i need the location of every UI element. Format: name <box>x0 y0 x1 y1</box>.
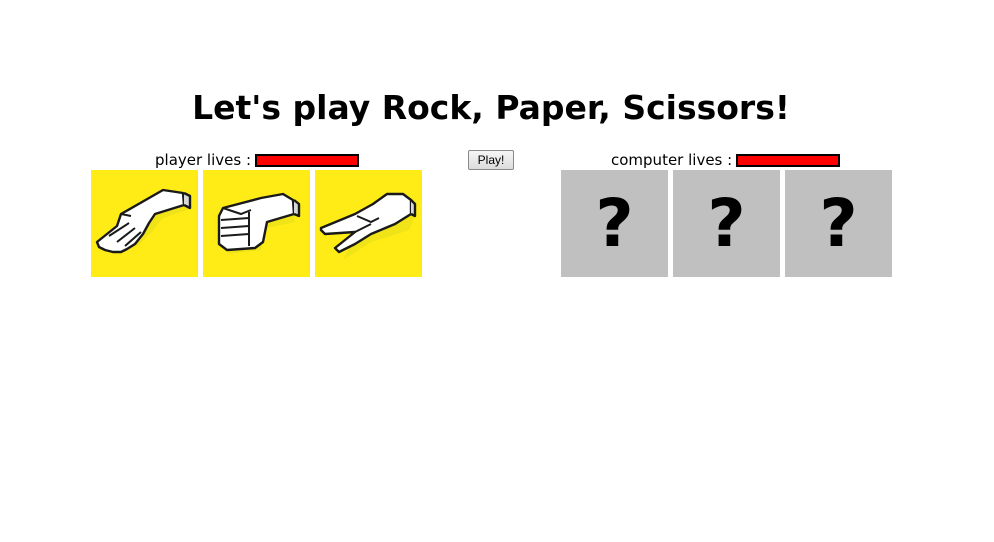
play-button[interactable]: Play! <box>468 150 514 170</box>
computer-hidden-choice: ? <box>561 170 668 277</box>
choice-rock[interactable] <box>203 170 310 277</box>
paper-hand-icon <box>95 188 192 254</box>
computer-lives-label: computer lives : <box>611 151 733 169</box>
computer-hidden-choice: ? <box>785 170 892 277</box>
player-lives: player lives : <box>155 150 359 170</box>
game-page: Let's play Rock, Paper, Scissors! player… <box>0 0 994 542</box>
page-title: Let's play Rock, Paper, Scissors! <box>192 88 790 127</box>
choice-scissors[interactable] <box>315 170 422 277</box>
computer-lives-bar <box>736 153 841 167</box>
player-choices <box>91 170 422 277</box>
scissors-hand-icon <box>319 192 417 260</box>
player-lives-label: player lives : <box>155 151 251 169</box>
player-lives-bar <box>255 153 359 167</box>
computer-hidden-choice: ? <box>673 170 780 277</box>
rock-fist-icon <box>217 192 301 254</box>
computer-lives: computer lives : <box>611 150 841 170</box>
choice-paper[interactable] <box>91 170 198 277</box>
computer-choices: ? ? ? <box>561 170 892 277</box>
